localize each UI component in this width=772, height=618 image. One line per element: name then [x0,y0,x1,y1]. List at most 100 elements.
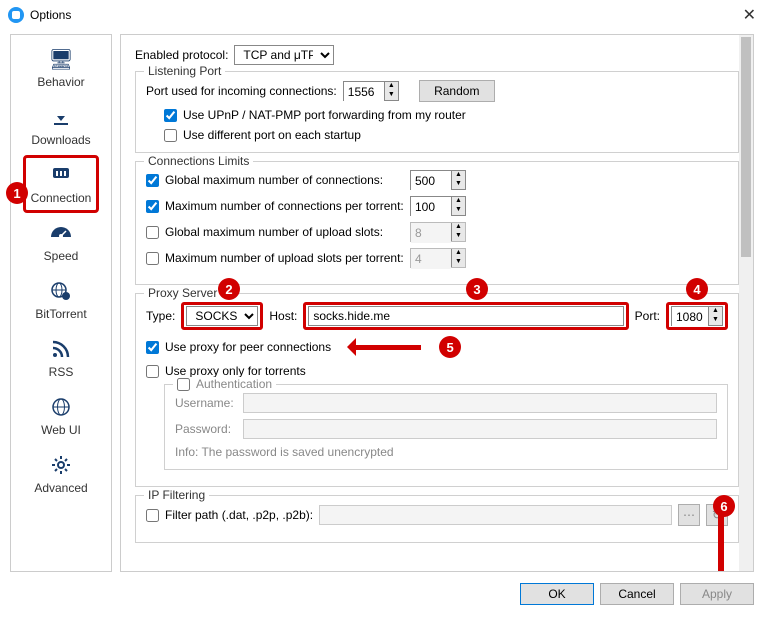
annotation-4: 4 [686,278,708,300]
proxy-host-label: Host: [269,309,297,323]
different-port-label: Use different port on each startup [183,128,361,142]
enabled-protocol-select[interactable]: TCP and μTP [234,45,334,65]
sidebar-item-speed[interactable]: Speed [23,213,99,271]
global-upload-slots-spinner: ▲▼ [410,222,466,242]
max-conn-torrent-checkbox[interactable] [146,200,159,213]
gauge-icon [47,221,75,245]
random-port-button[interactable]: Random [419,80,495,102]
global-max-conn-checkbox[interactable] [146,174,159,187]
window-title: Options [30,8,71,22]
annotation-arrow-5 [353,340,433,354]
authentication-group: Authentication Username: Password: Info:… [164,384,728,470]
annotation-1: 1 [6,182,28,204]
sidebar: 🖥 Behavior Downloads Connection Speed Bi… [10,34,112,572]
proxy-port-label: Port: [635,309,660,323]
sidebar-item-rss[interactable]: RSS [23,329,99,387]
upnp-checkbox-row[interactable]: Use UPnP / NAT-PMP port forwarding from … [164,108,728,122]
incoming-port-spinner[interactable]: ▲▼ [343,81,399,101]
download-icon [47,105,75,129]
sidebar-item-downloads[interactable]: Downloads [23,97,99,155]
connections-limits-group: Connections Limits Global maximum number… [135,161,739,285]
annotation-6: 6 [713,495,735,517]
proxy-server-group: Proxy Server 2 3 4 Type: SOCKS5 Host: Po… [135,293,739,487]
global-max-conn-spinner[interactable]: ▲▼ [410,170,466,190]
apply-button[interactable]: Apply [680,583,754,605]
sidebar-item-advanced[interactable]: Advanced [23,445,99,503]
group-legend: Proxy Server [144,286,221,300]
sidebar-item-label: Behavior [37,75,84,89]
gear-icon [47,453,75,477]
proxy-peer-checkbox-row[interactable]: Use proxy for peer connections [146,340,331,354]
different-port-checkbox[interactable] [164,129,177,142]
proxy-torrents-only-checkbox[interactable] [146,365,159,378]
proxy-port-spinner[interactable]: ▲▼ [671,306,723,326]
auth-info-text: Info: The password is saved unencrypted [175,445,717,459]
upnp-checkbox[interactable] [164,109,177,122]
filter-path-checkbox[interactable] [146,509,159,522]
proxy-torrents-only-row[interactable]: Use proxy only for torrents [146,364,728,378]
proxy-type-label: Type: [146,309,175,323]
password-label: Password: [175,422,237,436]
incoming-port-input[interactable] [344,82,384,102]
sidebar-item-connection[interactable]: Connection [23,155,99,213]
global-upload-slots-row[interactable]: Global maximum number of upload slots: [146,225,404,239]
content-panel: Enabled protocol: TCP and μTP Listening … [120,34,754,572]
sidebar-item-behavior[interactable]: 🖥 Behavior [23,39,99,97]
sidebar-item-webui[interactable]: Web UI [23,387,99,445]
global-max-conn-row[interactable]: Global maximum number of connections: [146,173,404,187]
auth-checkbox[interactable] [177,378,190,391]
rss-icon [47,337,75,361]
ok-button[interactable]: OK [520,583,594,605]
annotation-5: 5 [439,336,461,358]
proxy-host-input[interactable] [308,306,623,326]
monitor-icon: 🖥 [47,47,75,71]
dialog-footer: OK Cancel Apply [0,576,772,612]
group-legend: IP Filtering [144,488,209,502]
globe-icon [47,395,75,419]
proxy-peer-checkbox[interactable] [146,341,159,354]
annotation-2: 2 [218,278,240,300]
proxy-host-highlight [303,302,628,330]
username-label: Username: [175,396,237,410]
upload-slots-torrent-checkbox[interactable] [146,252,159,265]
sidebar-item-label: Speed [44,249,79,263]
max-conn-torrent-row[interactable]: Maximum number of connections per torren… [146,199,404,213]
sidebar-item-label: Connection [31,191,92,205]
sidebar-item-label: Web UI [41,423,81,437]
annotation-arrow-6 [713,515,729,572]
sidebar-item-label: Advanced [34,481,87,495]
group-legend: Listening Port [144,64,225,78]
proxy-type-highlight: SOCKS5 [181,302,263,330]
scrollbar-thumb[interactable] [741,37,751,257]
upload-slots-torrent-row[interactable]: Maximum number of upload slots per torre… [146,251,404,265]
app-icon [8,7,24,23]
annotation-3: 3 [466,278,488,300]
upload-slots-torrent-spinner: ▲▼ [410,248,466,268]
connection-icon [47,163,75,187]
browse-button[interactable]: ⋯ [678,504,700,526]
auth-legend[interactable]: Authentication [173,377,276,391]
close-button[interactable]: ✕ [735,5,764,25]
username-input [243,393,717,413]
proxy-type-select[interactable]: SOCKS5 [186,306,258,326]
proxy-port-highlight: ▲▼ [666,302,728,330]
vertical-scrollbar[interactable] [739,35,753,571]
sidebar-item-label: BitTorrent [35,307,86,321]
titlebar: Options ✕ [0,0,772,30]
sidebar-item-label: RSS [49,365,74,379]
globe-gear-icon [47,279,75,303]
filter-path-input [319,505,672,525]
password-input [243,419,717,439]
listening-port-group: Listening Port Port used for incoming co… [135,71,739,153]
sidebar-item-bittorrent[interactable]: BitTorrent [23,271,99,329]
enabled-protocol-label: Enabled protocol: [135,48,228,62]
incoming-port-label: Port used for incoming connections: [146,84,337,98]
upnp-label: Use UPnP / NAT-PMP port forwarding from … [183,108,466,122]
different-port-checkbox-row[interactable]: Use different port on each startup [164,128,728,142]
max-conn-torrent-spinner[interactable]: ▲▼ [410,196,466,216]
global-upload-slots-checkbox[interactable] [146,226,159,239]
group-legend: Connections Limits [144,154,253,168]
filter-path-row[interactable]: Filter path (.dat, .p2p, .p2b): [146,508,313,522]
sidebar-item-label: Downloads [31,133,90,147]
cancel-button[interactable]: Cancel [600,583,674,605]
